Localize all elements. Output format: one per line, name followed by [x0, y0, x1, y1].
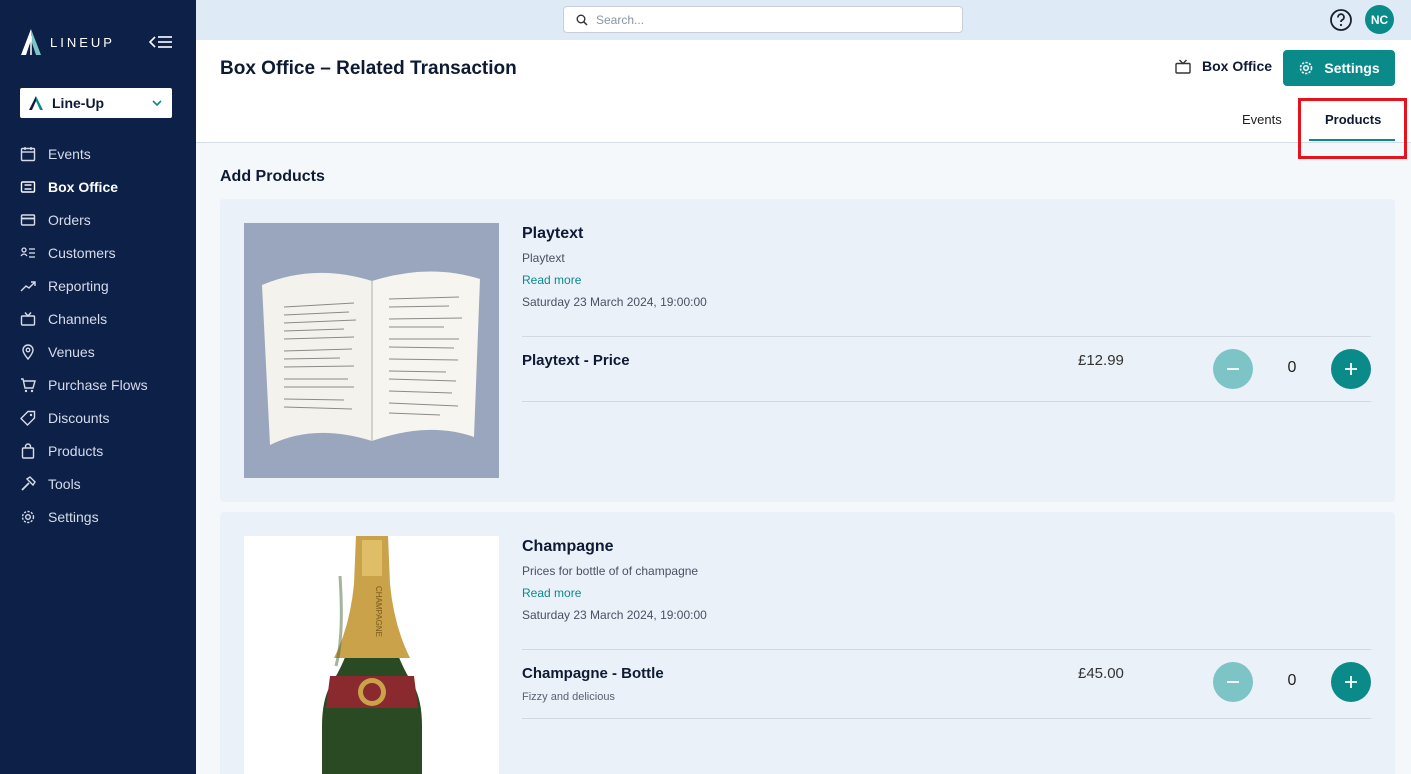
- divider: [522, 718, 1371, 719]
- sidebar-item-label: Purchase Flows: [48, 376, 148, 393]
- tv-icon: [1175, 59, 1191, 74]
- sidebar-item-customers[interactable]: Customers: [0, 236, 196, 269]
- help-button[interactable]: [1329, 8, 1353, 32]
- sidebar: LINEUP Line-Up Events Box Office Orders …: [0, 0, 196, 774]
- price-name: Champagne - Bottle: [522, 665, 664, 682]
- sidebar-item-discounts[interactable]: Discounts: [0, 401, 196, 434]
- gear-icon: [1300, 61, 1313, 75]
- customers-list-icon: [20, 246, 35, 258]
- sidebar-item-label: Reporting: [48, 277, 109, 294]
- divider: [522, 649, 1371, 650]
- settings-button-label: Settings: [1324, 60, 1380, 76]
- organisation-name: Line-Up: [52, 95, 105, 111]
- ticket-icon: [20, 180, 36, 193]
- sidebar-item-label: Customers: [48, 244, 116, 261]
- price-subtitle: Fizzy and delicious: [522, 691, 615, 703]
- credit-card-icon: [20, 213, 36, 226]
- hammer-icon: [21, 475, 36, 491]
- champagne-image: CHAMPAGNE: [244, 536, 499, 774]
- channel-label: Box Office: [1202, 58, 1273, 74]
- minus-icon: [1227, 681, 1239, 683]
- sidebar-item-label: Settings: [48, 508, 99, 525]
- logo-text: LINEUP: [50, 34, 115, 50]
- collapse-menu-icon: [148, 36, 172, 48]
- page-title: Box Office – Related Transaction: [220, 58, 517, 79]
- chart-line-icon: [20, 280, 36, 291]
- svg-text:CHAMPAGNE: CHAMPAGNE: [374, 586, 383, 637]
- product-date: Saturday 23 March 2024, 19:00:00: [522, 608, 707, 622]
- map-pin-icon: [22, 343, 34, 360]
- sidebar-item-orders[interactable]: Orders: [0, 203, 196, 236]
- tab-events[interactable]: Events: [1242, 112, 1282, 127]
- lineup-small-logo-icon: [29, 96, 43, 110]
- search-input[interactable]: [596, 12, 936, 27]
- price-name: Playtext - Price: [522, 352, 630, 369]
- sidebar-item-label: Tools: [48, 475, 81, 492]
- increase-quantity-button[interactable]: [1331, 662, 1371, 702]
- read-more-link[interactable]: Read more: [522, 586, 581, 600]
- quantity-value: 0: [1287, 672, 1297, 689]
- product-card: CHAMPAGNE Champagne Prices for bottle of…: [220, 512, 1395, 774]
- sidebar-item-label: Products: [48, 442, 104, 459]
- user-avatar[interactable]: NC: [1365, 5, 1394, 34]
- sidebar-item-events[interactable]: Events: [0, 137, 196, 170]
- sidebar-item-tools[interactable]: Tools: [0, 467, 196, 500]
- product-description: Prices for bottle of of champagne: [522, 564, 699, 578]
- shopping-bag-icon: [21, 442, 35, 459]
- sidebar-item-reporting[interactable]: Reporting: [0, 269, 196, 302]
- sidebar-item-label: Events: [48, 145, 91, 162]
- product-date: Saturday 23 March 2024, 19:00:00: [522, 295, 707, 309]
- sidebar-item-purchase-flows[interactable]: Purchase Flows: [0, 368, 196, 401]
- tag-icon: [20, 410, 36, 426]
- collapse-sidebar-button[interactable]: [148, 33, 173, 51]
- product-card: Playtext Playtext Read more Saturday 23 …: [220, 199, 1395, 502]
- tv-icon: [20, 311, 36, 326]
- section-title: Add Products: [220, 168, 325, 185]
- gear-icon: [21, 510, 35, 523]
- page-header: Box Office – Related Transaction Box Off…: [196, 40, 1411, 143]
- playtext-image: [244, 223, 499, 478]
- sidebar-item-label: Orders: [48, 211, 91, 228]
- search-icon: [576, 14, 588, 26]
- sidebar-item-venues[interactable]: Venues: [0, 335, 196, 368]
- sidebar-item-label: Venues: [48, 343, 95, 360]
- product-name: Champagne: [522, 538, 614, 555]
- sidebar-item-label: Box Office: [48, 178, 119, 195]
- active-tab-indicator: [1309, 139, 1395, 141]
- sidebar-item-settings[interactable]: Settings: [0, 500, 196, 533]
- calendar-icon: [20, 146, 36, 161]
- plus-icon: [1345, 676, 1357, 688]
- help-circle-icon: [1330, 9, 1352, 31]
- quantity-value: 0: [1287, 359, 1297, 376]
- divider: [522, 401, 1371, 402]
- channel-selector[interactable]: Box Office: [1175, 58, 1272, 74]
- price-amount: £12.99: [1078, 352, 1124, 369]
- cart-icon: [21, 377, 36, 392]
- top-bar: NC: [196, 0, 1411, 40]
- sidebar-item-channels[interactable]: Channels: [0, 302, 196, 335]
- organisation-selector[interactable]: Line-Up: [20, 88, 172, 118]
- price-amount: £45.00: [1078, 665, 1124, 682]
- product-name: Playtext: [522, 225, 584, 242]
- settings-button[interactable]: Settings: [1283, 50, 1395, 86]
- sidebar-nav: Events Box Office Orders Customers Repor…: [0, 137, 196, 533]
- decrease-quantity-button[interactable]: [1213, 662, 1253, 702]
- sidebar-item-label: Discounts: [48, 409, 110, 426]
- read-more-link[interactable]: Read more: [522, 273, 581, 287]
- tab-products[interactable]: Products: [1325, 112, 1381, 127]
- sidebar-item-box-office[interactable]: Box Office: [0, 170, 196, 203]
- search-box[interactable]: [563, 6, 963, 33]
- divider: [522, 336, 1371, 337]
- increase-quantity-button[interactable]: [1331, 349, 1371, 389]
- minus-icon: [1227, 368, 1239, 370]
- chevron-down-icon: [152, 100, 162, 107]
- lineup-logo-icon: [21, 29, 41, 55]
- decrease-quantity-button[interactable]: [1213, 349, 1253, 389]
- sidebar-item-products[interactable]: Products: [0, 434, 196, 467]
- product-description: Playtext: [522, 251, 565, 265]
- logo[interactable]: LINEUP: [20, 28, 115, 56]
- plus-icon: [1345, 363, 1357, 375]
- sidebar-item-label: Channels: [48, 310, 108, 327]
